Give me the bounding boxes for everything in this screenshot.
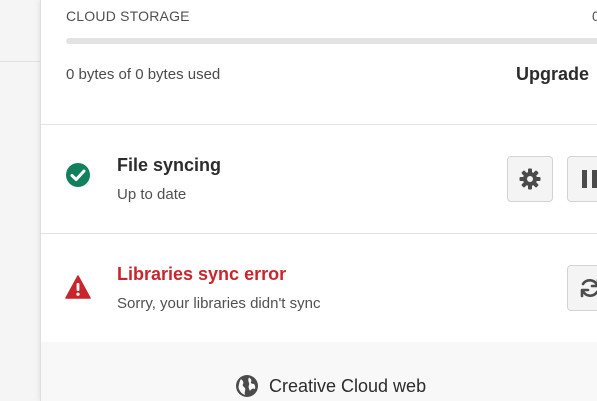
check-circle-icon xyxy=(66,163,90,187)
creative-cloud-web-link[interactable]: Creative Cloud web xyxy=(235,372,426,400)
file-syncing-title: File syncing xyxy=(117,155,222,175)
libraries-sync-row: Libraries sync error Sorry, your librari… xyxy=(41,234,597,342)
pause-sync-button[interactable] xyxy=(567,156,597,202)
retry-sync-button[interactable] xyxy=(567,265,597,311)
pause-icon xyxy=(582,170,597,188)
cloud-storage-section: CLOUD STORAGE 0 0 bytes of 0 bytes used … xyxy=(41,0,597,124)
file-syncing-row: File syncing Up to date xyxy=(41,125,597,233)
upgrade-link[interactable]: Upgrade xyxy=(516,64,589,85)
refresh-icon xyxy=(580,279,597,298)
alert-triangle-icon xyxy=(65,275,91,299)
sync-panel-window: CLOUD STORAGE 0 0 bytes of 0 bytes used … xyxy=(0,0,597,401)
file-syncing-status: Up to date xyxy=(117,186,187,203)
cloud-status-panel: CLOUD STORAGE 0 0 bytes of 0 bytes used … xyxy=(40,0,597,401)
storage-value-partial: 0 xyxy=(592,8,597,24)
sync-settings-button[interactable] xyxy=(507,156,553,202)
left-divider xyxy=(0,61,40,62)
globe-icon xyxy=(236,375,258,397)
storage-usage-bar xyxy=(66,38,597,44)
storage-heading: CLOUD STORAGE xyxy=(66,8,190,24)
libraries-error-message: Sorry, your libraries didn't sync xyxy=(117,295,321,312)
gear-icon xyxy=(519,168,541,190)
libraries-error-title: Libraries sync error xyxy=(117,264,287,284)
creative-cloud-web-label: Creative Cloud web xyxy=(269,375,427,396)
storage-used-text: 0 bytes of 0 bytes used xyxy=(66,66,221,83)
